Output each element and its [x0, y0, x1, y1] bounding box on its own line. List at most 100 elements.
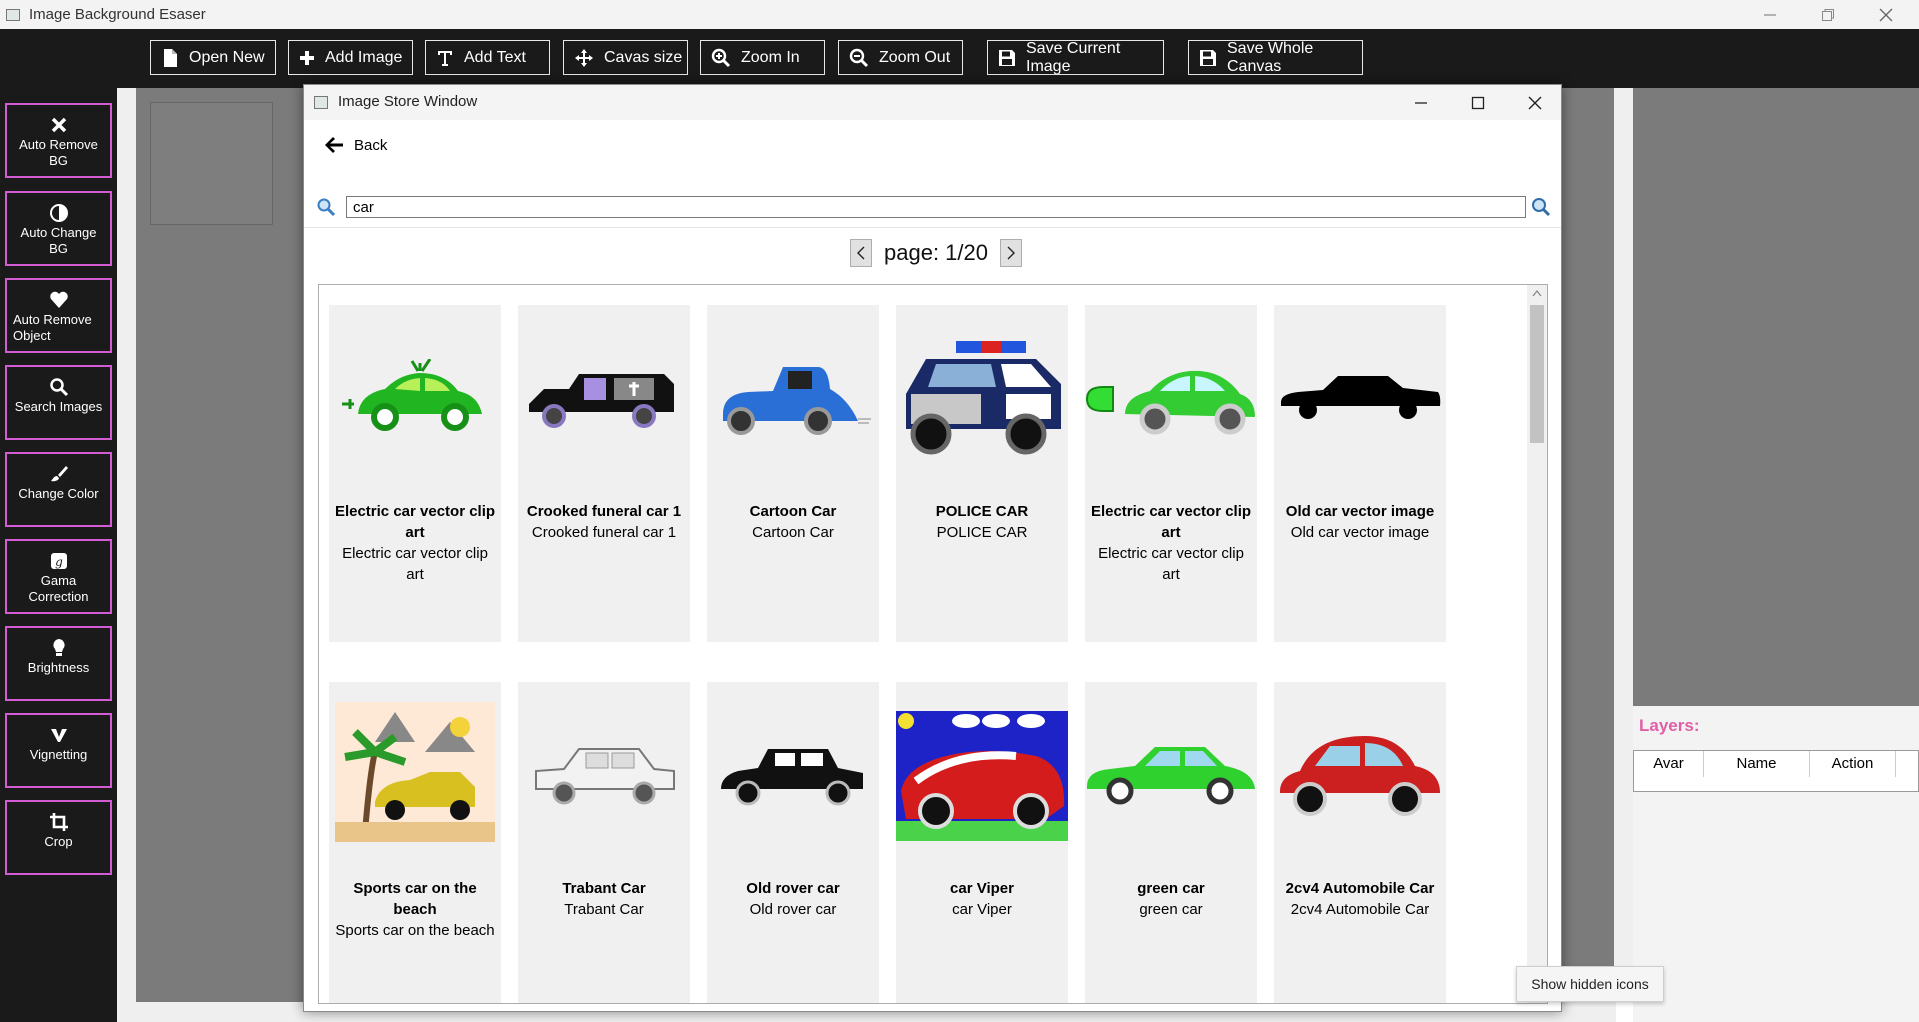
- right-vertical-scrollbar[interactable]: [1614, 88, 1633, 1002]
- result-subtitle: Old car vector image: [1290, 524, 1430, 541]
- result-subtitle: Electric car vector clip art: [1098, 545, 1244, 583]
- layers-column-action[interactable]: Action: [1810, 751, 1896, 777]
- search-icon: [49, 378, 68, 397]
- sidebar-item-label: Auto Remove BG: [19, 137, 98, 168]
- layers-column-name[interactable]: Name: [1704, 751, 1810, 777]
- result-subtitle: Sports car on the beach: [335, 922, 495, 939]
- sidebar-item-label: Gama Correction: [28, 573, 89, 604]
- result-title: Old rover car Old rover car: [707, 878, 879, 920]
- save-whole-canvas-button[interactable]: Save Whole Canvas: [1188, 40, 1363, 75]
- add-image-label: Add Image: [325, 48, 403, 66]
- result-title: 2cv4 Automobile Car 2cv4 Automobile Car: [1274, 878, 1446, 920]
- sidebar-item-label: Auto Remove Object: [13, 312, 92, 343]
- maximize-icon: [1471, 96, 1485, 109]
- sidebar-item-label: Crop: [44, 834, 73, 849]
- search-input[interactable]: [346, 196, 1526, 218]
- sidebar-item-auto-change-bg[interactable]: Auto Change BG: [5, 191, 112, 266]
- arrow-left-icon: [325, 137, 343, 153]
- sidebar-item-gama-correction[interactable]: g Gama Correction: [5, 539, 112, 614]
- result-card[interactable]: green car green car: [1085, 682, 1257, 1003]
- dialog-maximize-button[interactable]: [1450, 85, 1506, 120]
- prev-page-button[interactable]: [850, 239, 872, 267]
- result-title: Sports car on the beach Sports car on the…: [329, 878, 501, 941]
- plus-icon: [300, 50, 314, 65]
- dialog-titlebar: Image Store Window: [304, 85, 1561, 120]
- result-title: green car green car: [1085, 878, 1257, 920]
- crop-icon: [49, 813, 68, 831]
- contrast-icon: [49, 204, 68, 222]
- result-thumbnail: [518, 333, 690, 465]
- add-text-button[interactable]: Add Text: [425, 40, 550, 75]
- restore-button[interactable]: [1799, 0, 1857, 29]
- result-card[interactable]: Sports car on the beach Sports car on the…: [329, 682, 501, 1003]
- sidebar-item-label: Change Color: [18, 486, 99, 501]
- sidebar-item-vignetting[interactable]: Vignetting: [5, 713, 112, 788]
- zoom-out-label: Zoom Out: [879, 48, 951, 66]
- result-card[interactable]: Electric car vector clip art Electric car…: [1085, 305, 1257, 642]
- result-thumbnail: [1085, 710, 1257, 842]
- canvas-vertical-scrollbar[interactable]: [117, 88, 136, 1002]
- result-subtitle: Crooked funeral car 1: [531, 524, 677, 541]
- sidebar-item-label: Vignetting: [29, 747, 88, 762]
- save-current-image-button[interactable]: Save Current Image: [987, 40, 1164, 75]
- close-button[interactable]: [1857, 0, 1915, 29]
- svg-text:g: g: [55, 555, 63, 569]
- dialog-close-button[interactable]: [1507, 85, 1563, 120]
- minimize-button[interactable]: [1741, 0, 1799, 29]
- open-new-button[interactable]: Open New: [150, 40, 276, 75]
- search-row: [304, 189, 1561, 225]
- vignette-icon: [50, 729, 67, 742]
- back-button[interactable]: Back: [324, 136, 387, 154]
- result-thumbnail: [707, 710, 879, 842]
- result-card[interactable]: car Viper car Viper: [896, 682, 1068, 1003]
- result-card[interactable]: Old rover car Old rover car: [707, 682, 879, 1003]
- result-card[interactable]: Trabant Car Trabant Car: [518, 682, 690, 1003]
- next-page-button[interactable]: [999, 239, 1022, 267]
- search-submit-icon[interactable]: [1531, 197, 1551, 217]
- add-image-button[interactable]: Add Image: [288, 40, 413, 75]
- result-thumbnail: [896, 333, 1068, 465]
- result-title: POLICE CAR POLICE CAR: [896, 501, 1068, 543]
- sidebar-item-change-color[interactable]: Change Color: [5, 452, 112, 527]
- layers-column-avar[interactable]: Avar: [1634, 751, 1704, 777]
- zoom-in-button[interactable]: Zoom In: [700, 40, 825, 75]
- chevron-left-icon: [857, 246, 865, 260]
- results-scrollbar[interactable]: [1527, 285, 1547, 1003]
- zoom-out-button[interactable]: Zoom Out: [838, 40, 963, 75]
- result-card[interactable]: Crooked funeral car 1 Crooked funeral car…: [518, 305, 690, 642]
- canvas-size-button[interactable]: Cavas size: [563, 40, 688, 75]
- result-subtitle: 2cv4 Automobile Car: [1290, 901, 1430, 918]
- sidebar-item-search-images[interactable]: Search Images: [5, 365, 112, 440]
- zoom-in-label: Zoom In: [741, 48, 800, 66]
- sidebar-item-auto-remove-object[interactable]: Auto Remove Object: [5, 278, 112, 353]
- save-whole-canvas-label: Save Whole Canvas: [1227, 39, 1314, 75]
- gamma-icon: g: [50, 553, 67, 569]
- sidebar-item-label: Search Images: [14, 399, 103, 414]
- result-title: car Viper car Viper: [896, 878, 1068, 920]
- result-subtitle: Cartoon Car: [752, 524, 834, 541]
- sidebar-item-crop[interactable]: Crop: [5, 800, 112, 875]
- right-preview-area: [1633, 88, 1919, 706]
- sidebar-item-brightness[interactable]: Brightness: [5, 626, 112, 701]
- save-icon: [1200, 49, 1216, 66]
- dialog-minimize-button[interactable]: [1393, 85, 1449, 120]
- result-card[interactable]: POLICE CAR POLICE CAR: [896, 305, 1068, 642]
- minimize-icon: [1415, 101, 1427, 104]
- brush-icon: [50, 466, 68, 482]
- sidebar-item-auto-remove-bg[interactable]: Auto Remove BG: [5, 103, 112, 178]
- result-subtitle: Electric car vector clip art: [342, 545, 488, 583]
- save-current-image-label: Save Current Image: [1026, 39, 1121, 75]
- window-title: Image Background Esaser: [29, 6, 206, 23]
- search-icon: [317, 198, 336, 217]
- result-card[interactable]: Cartoon Car Cartoon Car: [707, 305, 879, 642]
- result-thumbnail: [896, 710, 1068, 842]
- canvas-preview[interactable]: [150, 102, 273, 225]
- results-scrollbar-thumb[interactable]: [1530, 305, 1544, 443]
- result-thumbnail: [329, 702, 501, 842]
- result-card[interactable]: Electric car vector clip art Electric car…: [329, 305, 501, 642]
- layers-table[interactable]: Avar Name Action: [1633, 750, 1919, 792]
- canvas-size-label: Cavas size: [604, 48, 683, 66]
- result-card[interactable]: 2cv4 Automobile Car 2cv4 Automobile Car: [1274, 682, 1446, 1003]
- minimize-icon: [1764, 13, 1776, 16]
- result-card[interactable]: Old car vector image Old car vector image: [1274, 305, 1446, 642]
